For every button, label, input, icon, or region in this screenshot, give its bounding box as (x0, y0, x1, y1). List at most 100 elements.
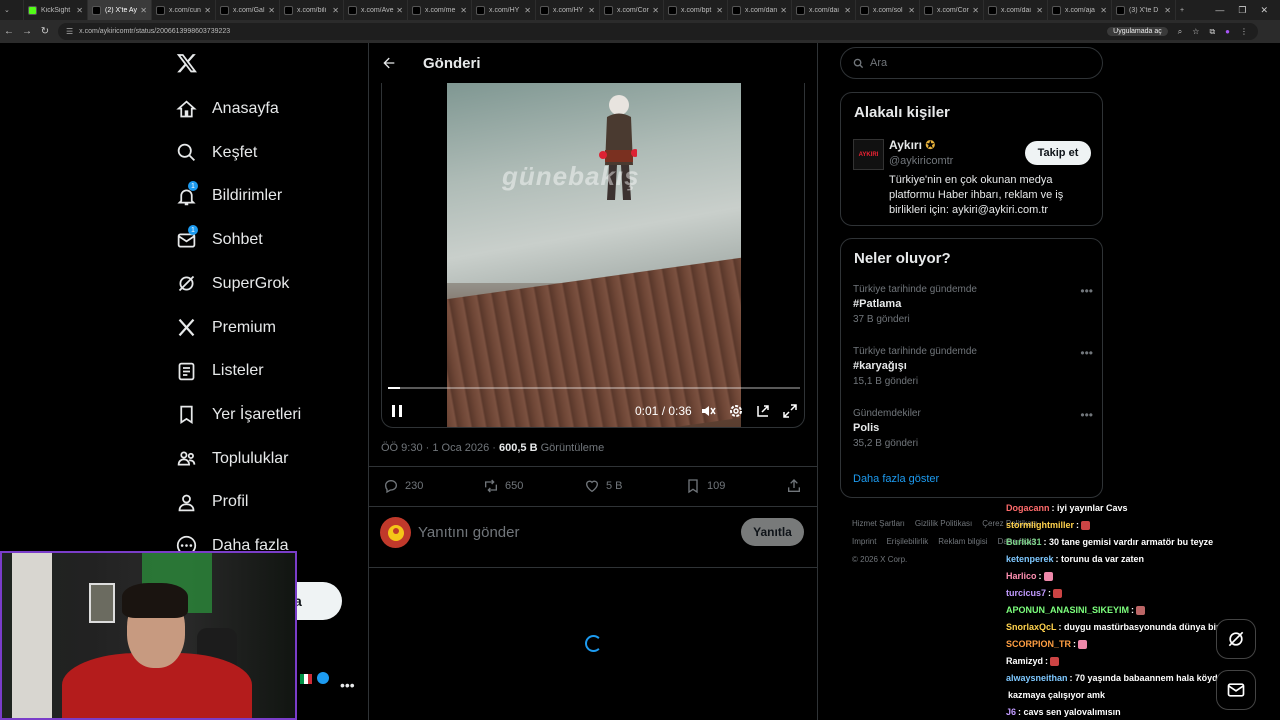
tab-close-icon[interactable]: ✕ (588, 6, 595, 15)
tab-close-icon[interactable]: ✕ (1036, 6, 1043, 15)
tab-close-icon[interactable]: ✕ (396, 6, 403, 15)
chat-username[interactable]: stormlightmiller (1006, 520, 1074, 530)
chat-username[interactable]: alwaysneithan (1006, 673, 1068, 683)
browser-tab[interactable]: x.com/bili ✕ (280, 0, 344, 20)
trend-more-icon[interactable]: ••• (1080, 284, 1093, 298)
browser-tab[interactable]: x.com/HY ✕ (472, 0, 536, 20)
video-player[interactable]: günebakış 0:01 / 0:36 (381, 83, 805, 428)
footer-link[interactable]: Erişilebilirlik (886, 537, 928, 546)
search-box[interactable]: Ara (840, 47, 1103, 79)
reload-icon[interactable]: ↻ (36, 26, 54, 37)
nav-item-home[interactable]: Anasayfa (176, 97, 279, 121)
browser-tab[interactable]: x.com/dan ✕ (728, 0, 792, 20)
tab-close-icon[interactable]: ✕ (332, 6, 339, 15)
browser-tab[interactable]: x.com/HY ✕ (536, 0, 600, 20)
tab-close-icon[interactable]: ✕ (844, 6, 851, 15)
trend-more-icon[interactable]: ••• (1080, 346, 1093, 360)
browser-tab[interactable]: x.com/Cor ✕ (920, 0, 984, 20)
nav-item-person[interactable]: Profil (176, 490, 248, 514)
tab-close-icon[interactable]: ✕ (268, 6, 275, 15)
extensions-icon[interactable]: ⧉ (1209, 27, 1215, 37)
browser-tab[interactable]: (2) X'te Ay ✕ (88, 0, 152, 20)
tab-close-icon[interactable]: ✕ (1164, 6, 1171, 15)
open-in-app-button[interactable]: Uygulamada aç (1107, 27, 1168, 36)
settings-gear-icon[interactable] (728, 403, 744, 419)
chat-username[interactable]: J6 (1006, 707, 1016, 717)
trend-item[interactable]: Türkiye tarihinde gündemde #Patlama 37 B g… (853, 284, 1093, 325)
chat-username[interactable]: turcicus7 (1006, 588, 1046, 598)
repost-action[interactable]: 650 (483, 478, 523, 494)
chat-username[interactable]: Harlico (1006, 571, 1037, 581)
browser-tab[interactable]: x.com/sol ✕ (856, 0, 920, 20)
browser-tab[interactable]: x.com/Gal ✕ (216, 0, 280, 20)
reply-button[interactable]: Yanıtla (741, 518, 804, 546)
video-frame[interactable]: günebakış (447, 83, 741, 427)
browser-tab[interactable]: x.com/bpt ✕ (664, 0, 728, 20)
mute-icon[interactable] (700, 403, 716, 419)
close-window-icon[interactable]: ✕ (1260, 5, 1268, 16)
reply-input[interactable]: Yanıtını gönder (418, 524, 519, 541)
trend-item[interactable]: Türkiye tarihinde gündemde #karyağışı 15,1… (853, 346, 1093, 387)
follow-button[interactable]: Takip et (1025, 141, 1091, 165)
site-info-icon[interactable]: ☰ (66, 27, 73, 36)
messages-float-button[interactable] (1216, 670, 1256, 710)
trend-item[interactable]: Gündemdekiler Polis 35,2 B gönderi ••• (853, 408, 1093, 449)
footer-link[interactable]: Hizmet Şartları (852, 519, 905, 528)
footer-link[interactable]: Imprint (852, 537, 876, 546)
user-avatar[interactable] (380, 517, 411, 548)
chat-username[interactable]: Burlik31 (1006, 537, 1042, 547)
pip-icon[interactable] (755, 403, 771, 419)
chat-username[interactable]: Ramizyd (1006, 656, 1043, 666)
zoom-icon[interactable]: ⌕ (1178, 27, 1182, 37)
tab-close-icon[interactable]: ✕ (908, 6, 915, 15)
browser-tab[interactable]: x.com/cun ✕ (152, 0, 216, 20)
browser-tab[interactable]: x.com/dai ✕ (984, 0, 1048, 20)
tab-close-icon[interactable]: ✕ (652, 6, 659, 15)
minimize-icon[interactable]: — (1215, 5, 1224, 15)
chat-username[interactable]: ketenperek (1006, 554, 1054, 564)
post-time[interactable]: ÖÖ 9:30 (381, 442, 423, 454)
reply-action[interactable]: 230 (383, 478, 423, 494)
tab-close-icon[interactable]: ✕ (780, 6, 787, 15)
browser-tab[interactable]: (3) X'te D ✕ (1112, 0, 1176, 20)
nav-item-mail[interactable]: 1 Sohbet (176, 225, 263, 252)
show-more-link[interactable]: Daha fazla göster (853, 473, 939, 485)
account-menu-dots-icon[interactable]: ••• (340, 677, 355, 693)
tab-close-icon[interactable]: ✕ (204, 6, 211, 15)
footer-link[interactable]: Gizlilik Politikası (915, 519, 972, 528)
url-field[interactable]: ☰ x.com/aykiricomtr/status/2006613998603… (58, 23, 1258, 40)
browser-tab[interactable]: x.com/aja ✕ (1048, 0, 1112, 20)
person-handle[interactable]: @aykiricomtr (889, 155, 953, 167)
pause-icon[interactable] (390, 404, 404, 418)
chat-username[interactable]: Dogacann (1006, 503, 1050, 513)
footer-link[interactable]: Reklam bilgisi (938, 537, 987, 546)
share-action[interactable] (786, 478, 808, 494)
browser-tab[interactable]: KickSight ✕ (24, 0, 88, 20)
back-arrow-icon[interactable] (381, 55, 397, 71)
nav-item-search[interactable]: Keşfet (176, 141, 257, 165)
trend-more-icon[interactable]: ••• (1080, 408, 1093, 422)
fullscreen-icon[interactable] (782, 403, 798, 419)
tab-list-chevron-icon[interactable]: ⌄ (0, 0, 24, 20)
aykiri-avatar[interactable]: AYKIRI (853, 139, 884, 170)
menu-icon[interactable]: ⋮ (1240, 27, 1248, 36)
chat-username[interactable]: APONUN_ANASINI_SIKEYIM (1006, 605, 1129, 615)
back-nav-icon[interactable]: ← (0, 26, 18, 37)
nav-item-grok[interactable]: SuperGrok (176, 272, 289, 296)
browser-tab[interactable]: x.com/me ✕ (408, 0, 472, 20)
like-action[interactable]: 5 B (584, 478, 623, 494)
tab-close-icon[interactable]: ✕ (716, 6, 723, 15)
browser-tab[interactable]: x.com/dai ✕ (792, 0, 856, 20)
nav-item-x[interactable]: Premium (176, 316, 276, 340)
nav-item-list[interactable]: Listeler (176, 359, 264, 383)
new-tab-icon[interactable]: + (1176, 0, 1196, 20)
tab-close-icon[interactable]: ✕ (460, 6, 467, 15)
browser-tab[interactable]: x.com/Ave ✕ (344, 0, 408, 20)
tab-close-icon[interactable]: ✕ (140, 6, 147, 15)
chat-username[interactable]: SCORPION_TR (1006, 639, 1071, 649)
browser-tab[interactable]: x.com/Cor ✕ (600, 0, 664, 20)
nav-item-people[interactable]: Topluluklar (176, 447, 288, 471)
video-progress-bar[interactable] (388, 387, 800, 389)
profile-icon[interactable]: ● (1225, 27, 1230, 36)
tab-close-icon[interactable]: ✕ (524, 6, 531, 15)
